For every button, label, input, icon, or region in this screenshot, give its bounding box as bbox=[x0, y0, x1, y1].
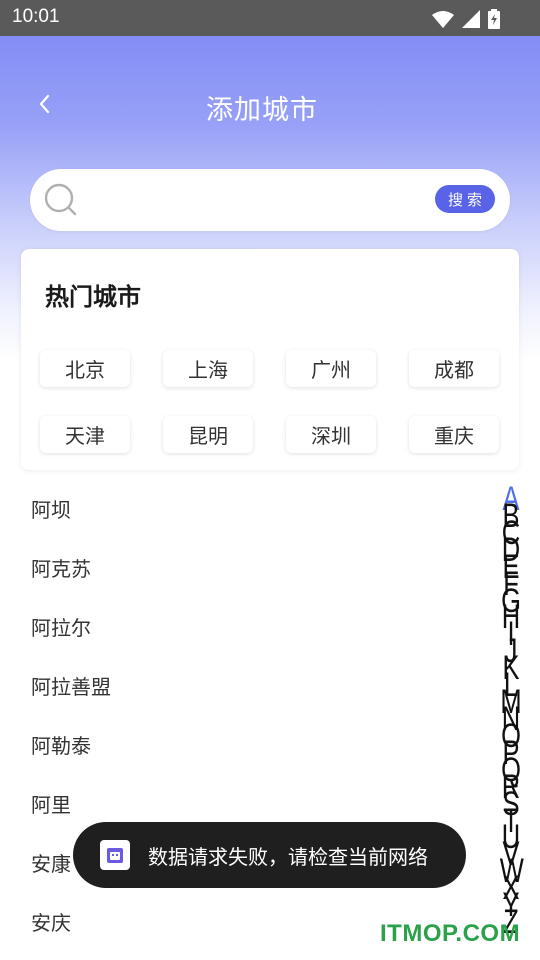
city-list-item[interactable]: 阿里 bbox=[31, 776, 71, 835]
hot-cities-title: 热门城市 bbox=[45, 283, 141, 311]
watermark-logo: ITMOP.COM bbox=[380, 920, 521, 947]
city-list-item[interactable]: 安庆 bbox=[31, 894, 71, 953]
app-icon bbox=[100, 840, 130, 870]
app-header: 添加城市 bbox=[0, 74, 540, 140]
city-list-item[interactable]: 阿坝 bbox=[31, 481, 71, 540]
hot-city-button[interactable]: 深圳 bbox=[286, 416, 376, 453]
city-list-item[interactable]: 阿勒泰 bbox=[31, 717, 91, 776]
status-time: 10:01 bbox=[12, 6, 60, 27]
status-bar: 10:01 bbox=[0, 0, 540, 36]
page-title: 添加城市 bbox=[206, 95, 318, 126]
toast-text: 数据请求失败，请检查当前网络 bbox=[148, 845, 428, 869]
hot-city-button[interactable]: 广州 bbox=[286, 350, 376, 387]
city-list-item[interactable]: 阿拉善盟 bbox=[31, 658, 111, 717]
hot-city-button[interactable]: 昆明 bbox=[163, 416, 253, 453]
hot-city-button[interactable]: 重庆 bbox=[409, 416, 499, 453]
toast-message: 数据请求失败，请检查当前网络 bbox=[73, 822, 466, 888]
hot-city-button[interactable]: 天津 bbox=[40, 416, 130, 453]
hot-city-button[interactable]: 北京 bbox=[40, 350, 130, 387]
search-button[interactable]: 搜索 bbox=[435, 185, 495, 213]
wifi-icon bbox=[432, 10, 454, 28]
hot-cities-card: 热门城市 北京 上海 广州 成都 天津 昆明 深圳 重庆 bbox=[21, 249, 519, 470]
search-bar: 搜索 bbox=[30, 169, 510, 231]
cell-signal-icon bbox=[462, 10, 480, 28]
city-list-item[interactable]: 阿克苏 bbox=[31, 540, 91, 599]
alphabet-index-bar[interactable]: ABCDEFGHIJKLMNOPQRSTUVWXYZ bbox=[496, 482, 526, 942]
city-list-item[interactable]: 阿拉尔 bbox=[31, 599, 91, 658]
city-list-item[interactable]: 安康 bbox=[31, 835, 71, 894]
search-icon bbox=[44, 183, 78, 221]
search-input[interactable] bbox=[92, 183, 456, 219]
battery-charging-icon bbox=[488, 9, 500, 29]
hot-city-button[interactable]: 上海 bbox=[163, 350, 253, 387]
hot-city-button[interactable]: 成都 bbox=[409, 350, 499, 387]
screen: 10:01 添加城市 搜索 热门城市 北京 上海 广州 成都 天津 昆明 深圳 … bbox=[0, 0, 540, 960]
status-icons bbox=[432, 9, 500, 29]
